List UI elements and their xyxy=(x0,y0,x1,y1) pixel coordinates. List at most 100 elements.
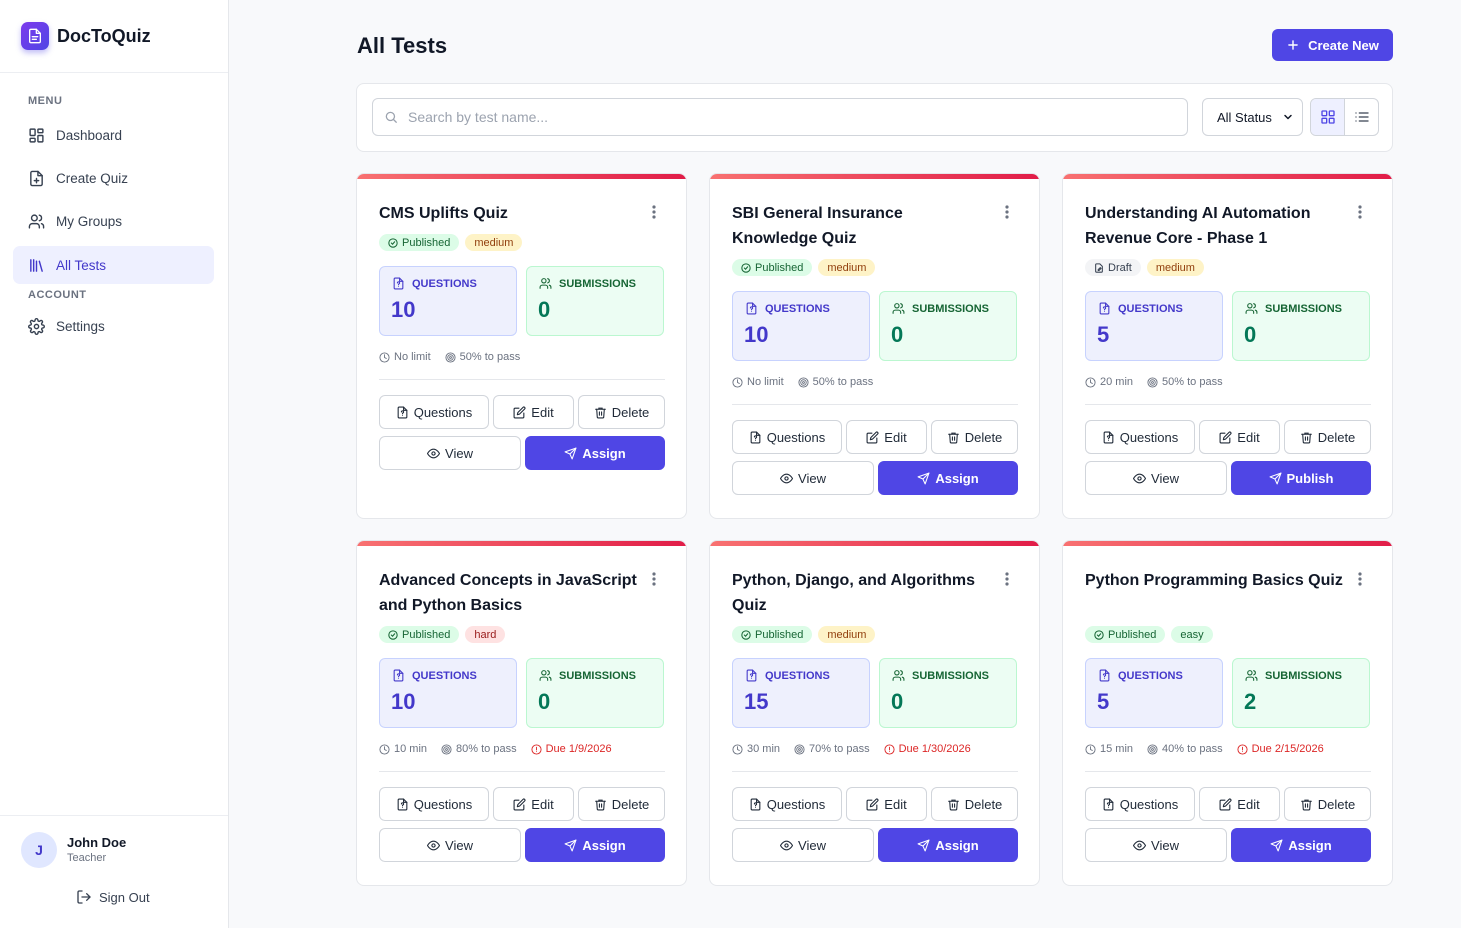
grid-view-button[interactable] xyxy=(1311,99,1345,135)
chevron-down-icon xyxy=(1284,114,1292,120)
test-meta: 30 min 70% to pass Due 1/30/2026 xyxy=(732,743,971,755)
sidebar-item-settings[interactable]: Settings xyxy=(13,307,214,345)
badge-row: Published hard xyxy=(379,626,506,643)
publish-button[interactable]: Publish xyxy=(1231,461,1371,495)
view-button[interactable]: View xyxy=(379,828,521,862)
due-date: Due 1/9/2026 xyxy=(531,743,612,755)
more-options-icon[interactable] xyxy=(1358,205,1362,224)
sign-out-label: Sign Out xyxy=(99,889,150,905)
questions-button[interactable]: Questions xyxy=(1085,420,1195,454)
questions-button[interactable]: Questions xyxy=(732,787,842,821)
assign-button[interactable]: Assign xyxy=(1231,828,1371,862)
search-input[interactable] xyxy=(408,109,1168,125)
view-button[interactable]: View xyxy=(1085,461,1227,495)
assign-button[interactable]: Assign xyxy=(525,828,665,862)
difficulty-badge: medium xyxy=(465,234,523,251)
status-icon xyxy=(1094,629,1108,640)
more-options-icon[interactable] xyxy=(1005,572,1009,591)
sidebar-item-dashboard[interactable]: Dashboard xyxy=(13,116,214,154)
filter-bar: All Status xyxy=(356,83,1393,152)
delete-button[interactable]: Delete xyxy=(578,395,665,429)
pass-mark-text: 40% to pass xyxy=(1162,743,1223,755)
submissions-stat-label: SUBMISSIONS xyxy=(1245,302,1342,315)
delete-button[interactable]: Delete xyxy=(931,420,1018,454)
view-button[interactable]: View xyxy=(732,828,874,862)
edit-button[interactable]: Edit xyxy=(846,420,927,454)
delete-button-label: Delete xyxy=(611,796,650,812)
difficulty-badge: medium xyxy=(818,626,876,643)
sidebar-item-label: Dashboard xyxy=(56,127,123,143)
send-icon xyxy=(1270,839,1288,852)
sidebar-item-create-quiz[interactable]: Create Quiz xyxy=(13,159,214,197)
status-label: Published xyxy=(755,261,804,274)
time-limit: No limit xyxy=(379,351,431,363)
more-options-icon[interactable] xyxy=(652,205,656,224)
questions-stat: QUESTIONS 10 xyxy=(732,291,870,361)
difficulty-badge: easy xyxy=(1171,626,1213,643)
delete-button[interactable]: Delete xyxy=(578,787,665,821)
delete-button[interactable]: Delete xyxy=(1284,420,1371,454)
edit-button[interactable]: Edit xyxy=(493,787,574,821)
sidebar-item-my-groups[interactable]: My Groups xyxy=(13,202,214,240)
submissions-stat-label: SUBMISSIONS xyxy=(539,669,636,682)
assign-button[interactable]: Assign xyxy=(878,461,1018,495)
users-icon xyxy=(1245,302,1265,315)
delete-button[interactable]: Delete xyxy=(1284,787,1371,821)
pass-mark-text: 70% to pass xyxy=(809,743,870,755)
test-card: Python, Django, and Algorithms Quiz Publi… xyxy=(709,540,1040,886)
view-button-label: View xyxy=(445,445,473,461)
assign-button[interactable]: Assign xyxy=(525,436,665,470)
assign-button[interactable]: Assign xyxy=(878,828,1018,862)
badge-row: Published medium xyxy=(732,626,876,643)
pass-mark: 80% to pass xyxy=(441,743,517,755)
view-button[interactable]: View xyxy=(379,436,521,470)
submissions-count: 0 xyxy=(891,322,904,347)
sidebar-item-all-tests[interactable]: All Tests xyxy=(13,246,214,284)
delete-button-label: Delete xyxy=(611,404,650,420)
edit-button[interactable]: Edit xyxy=(493,395,574,429)
view-button-label: View xyxy=(1151,470,1179,486)
questions-button[interactable]: Questions xyxy=(732,420,842,454)
more-options-icon[interactable] xyxy=(652,572,656,591)
test-card: CMS Uplifts Quiz Published medium QUESTIONS… xyxy=(356,173,687,519)
time-limit-text: No limit xyxy=(747,376,784,388)
brand[interactable]: DocToQuiz xyxy=(0,0,228,73)
more-options-icon[interactable] xyxy=(1005,205,1009,224)
questions-button[interactable]: Questions xyxy=(379,787,489,821)
edit-button[interactable]: Edit xyxy=(1199,787,1280,821)
questions-label-text: QUESTIONS xyxy=(765,669,830,682)
search-box[interactable] xyxy=(372,98,1188,136)
more-options-icon[interactable] xyxy=(1358,572,1362,591)
clock-icon xyxy=(379,743,394,755)
users-icon xyxy=(892,669,912,682)
edit-button[interactable]: Edit xyxy=(846,787,927,821)
pass-mark: 40% to pass xyxy=(1147,743,1223,755)
list-view-button[interactable] xyxy=(1345,99,1378,135)
submissions-count: 2 xyxy=(1244,689,1257,714)
delete-button[interactable]: Delete xyxy=(931,787,1018,821)
test-meta: 10 min 80% to pass Due 1/9/2026 xyxy=(379,743,612,755)
view-button-label: View xyxy=(798,837,826,853)
submissions-count: 0 xyxy=(1244,322,1257,347)
sign-out-button[interactable]: Sign Out xyxy=(76,889,150,905)
time-limit: 30 min xyxy=(732,743,780,755)
delete-button-label: Delete xyxy=(1317,796,1356,812)
avatar: J xyxy=(21,832,57,868)
edit-button[interactable]: Edit xyxy=(1199,420,1280,454)
test-card: SBI General Insurance Knowledge Quiz Publ… xyxy=(709,173,1040,519)
file-question-icon xyxy=(1102,431,1120,444)
view-button[interactable]: View xyxy=(1085,828,1227,862)
questions-button[interactable]: Questions xyxy=(379,395,489,429)
edit-button-label: Edit xyxy=(531,796,554,812)
create-new-button[interactable]: Create New xyxy=(1272,29,1393,61)
test-title: CMS Uplifts Quiz xyxy=(379,205,508,222)
target-icon xyxy=(794,743,809,755)
questions-stat: QUESTIONS 5 xyxy=(1085,658,1223,728)
questions-button[interactable]: Questions xyxy=(1085,787,1195,821)
view-button[interactable]: View xyxy=(732,461,874,495)
status-filter-select[interactable]: All Status xyxy=(1202,98,1303,136)
questions-stat: QUESTIONS 10 xyxy=(379,266,517,336)
test-meta: No limit 50% to pass xyxy=(379,351,520,363)
badge-row: Published easy xyxy=(1085,626,1213,643)
status-badge: Published xyxy=(379,234,460,251)
